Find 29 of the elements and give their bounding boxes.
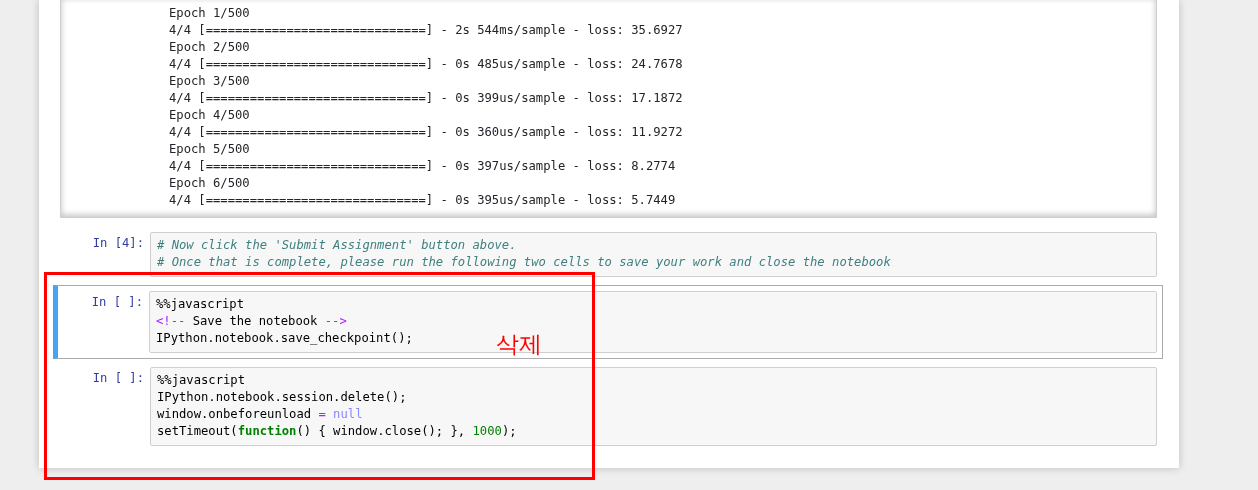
code-line: # Now click the 'Submit Assignment' button above. bbox=[157, 237, 517, 254]
code-line: %%javascript bbox=[157, 372, 246, 389]
output-line: 4/4 [==============================] - 0s 395us/sample - loss: 5.7449 bbox=[169, 192, 676, 209]
code-cell[interactable]: In [4]: # Now click the 'Submit Assignment' button above. # Once that is complete, please run the following two cells to save your work and close the notebook bbox=[53, 226, 1163, 283]
code-line: %%javascript bbox=[156, 296, 245, 313]
code-line: IPython.notebook.session.delete(); bbox=[157, 389, 407, 406]
code-cell[interactable]: In [ ]: %%javascript IPython.notebook.session.delete(); window.onbeforeunload = null setTimeout(function() { window.close(); }, 1000); bbox=[53, 361, 1163, 452]
output-line: 4/4 [==============================] - 0s 397us/sample - loss: 8.2774 bbox=[169, 158, 676, 175]
output-line: Epoch 1/500 bbox=[169, 5, 250, 22]
code-input[interactable]: # Now click the 'Submit Assignment' button above. # Once that is complete, please run the following two cells to save your work and close the notebook bbox=[150, 232, 1157, 277]
output-line: 4/4 [==============================] - 0s 399us/sample - loss: 17.1872 bbox=[169, 90, 683, 107]
output-line: 4/4 [==============================] - 2s 544ms/sample - loss: 35.6927 bbox=[169, 22, 683, 39]
code-line: setTimeout(function() { window.close(); }, 1000); bbox=[157, 423, 517, 440]
cell-prompt: In [ ]: bbox=[91, 370, 145, 387]
code-line: # Once that is complete, please run the following two cells to save your work and close the notebook bbox=[157, 254, 891, 271]
code-input[interactable]: %%javascript IPython.notebook.session.delete(); window.onbeforeunload = null setTimeout(function() { window.close(); }, 1000); bbox=[150, 367, 1157, 446]
output-line: Epoch 3/500 bbox=[169, 73, 250, 90]
output-line: 4/4 [==============================] - 0s 485us/sample - loss: 24.7678 bbox=[169, 56, 683, 73]
code-line: IPython.notebook.save_checkpoint(); bbox=[156, 330, 413, 347]
output-line: Epoch 4/500 bbox=[169, 107, 250, 124]
cell-prompt: In [ ]: bbox=[90, 294, 144, 311]
cell-prompt: In [4]: bbox=[91, 235, 145, 252]
output-line: Epoch 2/500 bbox=[169, 39, 250, 56]
output-line: Epoch 6/500 bbox=[169, 175, 250, 192]
code-line: <!-- Save the notebook --> bbox=[156, 313, 347, 330]
code-line: window.onbeforeunload = null bbox=[157, 406, 363, 423]
selected-cell[interactable]: In [ ]: %%javascript <!-- Save the notebook --> IPython.notebook.save_checkpoint(); 삭제 bbox=[53, 285, 1163, 359]
output-line: Epoch 5/500 bbox=[169, 141, 250, 158]
output-line: 4/4 [==============================] - 0s 360us/sample - loss: 11.9272 bbox=[169, 124, 683, 141]
